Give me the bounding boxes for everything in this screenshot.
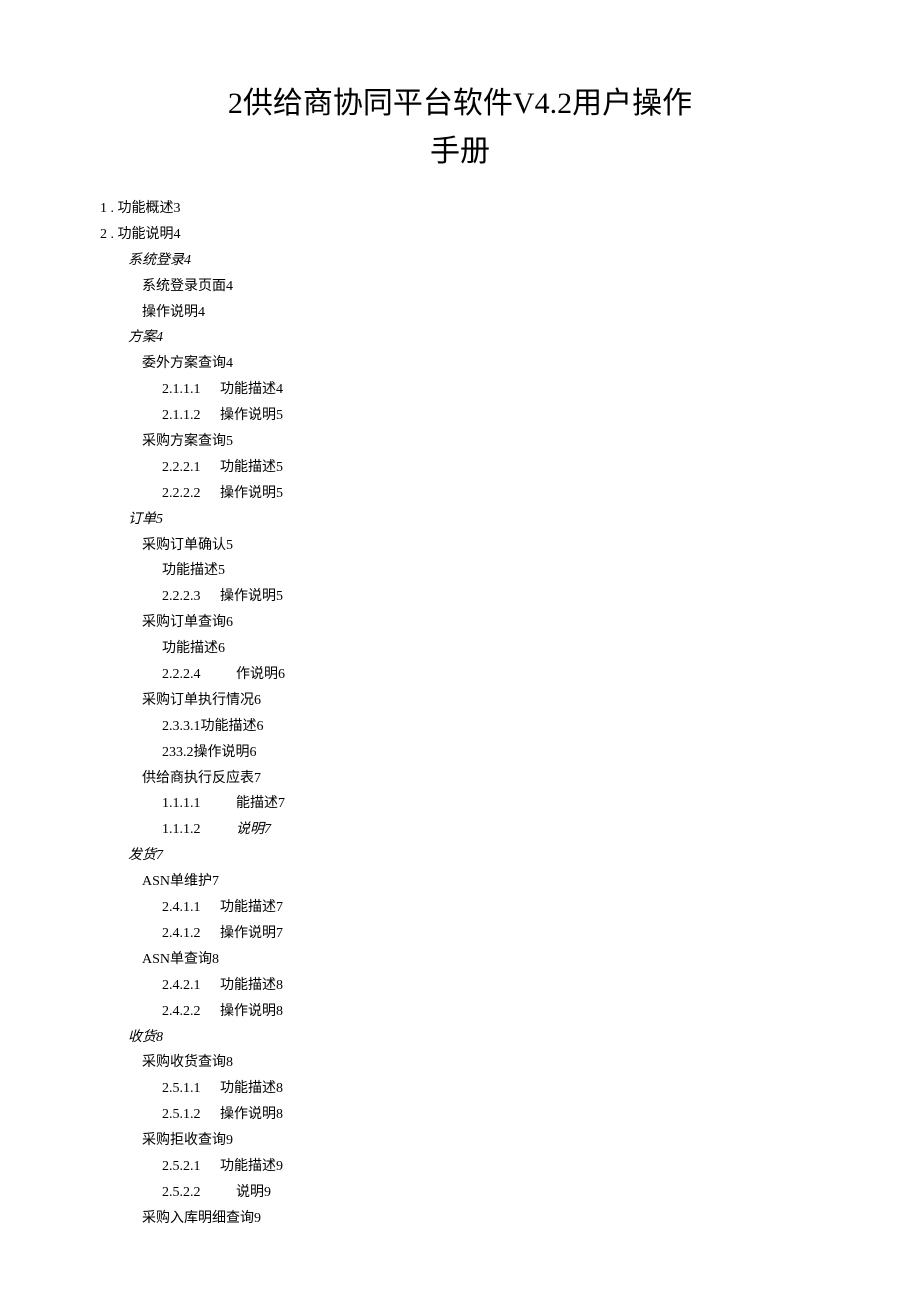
toc-item[interactable]: 2.3.3.1功能描述6 <box>100 714 820 740</box>
toc-label: 操作说明7 <box>220 926 283 941</box>
toc-item[interactable]: 采购方案查询5 <box>100 429 820 455</box>
toc-item[interactable]: 供给商执行反应表7 <box>100 766 820 792</box>
toc-label: 功能描述8 <box>220 1081 283 1096</box>
toc-number: 2.4.2.2 <box>162 999 220 1025</box>
toc-label: 说明9 <box>236 1185 271 1200</box>
document-title: 2供给商协同平台软件V4.2用户操作手册 <box>100 80 820 176</box>
toc-item[interactable]: 系统登录页面4 <box>100 274 820 300</box>
toc-number: 2.1.1.1 <box>162 377 220 403</box>
toc-label: 功能描述4 <box>220 382 283 397</box>
toc-number: 2.5.2.2 <box>162 1180 236 1206</box>
toc-item[interactable]: 1.1.1.1能描述7 <box>100 791 820 817</box>
toc-item[interactable]: 功能描述5 <box>100 558 820 584</box>
toc-number: 2.1.1.2 <box>162 403 220 429</box>
toc-label: 操作说明5 <box>220 408 283 423</box>
toc-number: 1.1.1.1 <box>162 791 236 817</box>
toc-number: 2.2.2.1 <box>162 455 220 481</box>
toc-section-heading[interactable]: 方案4 <box>100 325 820 351</box>
toc-number: 2.5.1.1 <box>162 1076 220 1102</box>
toc-label: 功能描述9 <box>220 1159 283 1174</box>
toc-label: 作说明6 <box>236 667 285 682</box>
toc-section-heading[interactable]: 系统登录4 <box>100 248 820 274</box>
toc-item[interactable]: 2.4.1.2操作说明7 <box>100 921 820 947</box>
toc-item[interactable]: 2.5.2.2说明9 <box>100 1180 820 1206</box>
toc-number: 2 <box>100 222 107 248</box>
toc-number: 2.4.1.1 <box>162 895 220 921</box>
toc-section-heading[interactable]: 订单5 <box>100 507 820 533</box>
toc-item[interactable]: 2.2.2.4作说明6 <box>100 662 820 688</box>
toc-item[interactable]: 2.4.2.2操作说明8 <box>100 999 820 1025</box>
toc-number: 2.2.2.2 <box>162 481 220 507</box>
toc-label: 操作说明5 <box>220 486 283 501</box>
toc-item[interactable]: 采购入库明细查询9 <box>100 1206 820 1232</box>
toc-number: 2.5.1.2 <box>162 1102 220 1128</box>
table-of-contents: 1 . 功能概述3 2 . 功能说明4 系统登录4 系统登录页面4 操作说明4 … <box>100 196 820 1232</box>
toc-item[interactable]: 采购拒收查询9 <box>100 1128 820 1154</box>
toc-section-heading[interactable]: 发货7 <box>100 843 820 869</box>
toc-item[interactable]: 采购订单查询6 <box>100 610 820 636</box>
toc-item[interactable]: ASN单维护7 <box>100 869 820 895</box>
toc-item[interactable]: 2.1.1.2操作说明5 <box>100 403 820 429</box>
toc-item[interactable]: 2.5.1.1功能描述8 <box>100 1076 820 1102</box>
toc-number: 2.2.2.3 <box>162 584 220 610</box>
toc-item[interactable]: 采购订单执行情况6 <box>100 688 820 714</box>
toc-item[interactable]: 2.5.2.1功能描述9 <box>100 1154 820 1180</box>
toc-label: 功能描述5 <box>220 460 283 475</box>
toc-label: 操作说明8 <box>220 1004 283 1019</box>
toc-item[interactable]: 2.2.2.2操作说明5 <box>100 481 820 507</box>
toc-item-chapter-2[interactable]: 2 . 功能说明4 <box>100 222 820 248</box>
toc-item[interactable]: 功能描述6 <box>100 636 820 662</box>
toc-item[interactable]: 2.1.1.1功能描述4 <box>100 377 820 403</box>
toc-number: 1.1.1.2 <box>162 817 236 843</box>
toc-label: 功能描述8 <box>220 978 283 993</box>
toc-item[interactable]: ASN单查询8 <box>100 947 820 973</box>
toc-label: 操作说明8 <box>220 1107 283 1122</box>
toc-label: 说明7 <box>236 822 271 837</box>
toc-section-heading[interactable]: 收货8 <box>100 1025 820 1051</box>
toc-item[interactable]: 1.1.1.2说明7 <box>100 817 820 843</box>
toc-item-chapter-1[interactable]: 1 . 功能概述3 <box>100 196 820 222</box>
toc-item[interactable]: 委外方案查询4 <box>100 351 820 377</box>
toc-number: 2.4.2.1 <box>162 973 220 999</box>
toc-item[interactable]: 2.2.2.3操作说明5 <box>100 584 820 610</box>
toc-item[interactable]: 采购收货查询8 <box>100 1050 820 1076</box>
toc-label: ASN单维护7 <box>142 874 219 889</box>
toc-label: 功能描述7 <box>220 900 283 915</box>
toc-label: 能描述7 <box>236 796 285 811</box>
toc-item[interactable]: 操作说明4 <box>100 300 820 326</box>
toc-label: . 功能说明4 <box>111 227 181 242</box>
toc-label: 操作说明5 <box>220 589 283 604</box>
toc-number: 2.5.2.1 <box>162 1154 220 1180</box>
toc-item[interactable]: 2.2.2.1功能描述5 <box>100 455 820 481</box>
toc-item[interactable]: 2.4.1.1功能描述7 <box>100 895 820 921</box>
toc-item[interactable]: 233.2操作说明6 <box>100 740 820 766</box>
toc-number: 1 <box>100 196 107 222</box>
toc-item[interactable]: 2.5.1.2操作说明8 <box>100 1102 820 1128</box>
toc-number: 2.4.1.2 <box>162 921 220 947</box>
toc-label: . 功能概述3 <box>111 201 181 216</box>
toc-number: 2.2.2.4 <box>162 662 236 688</box>
toc-item[interactable]: 2.4.2.1功能描述8 <box>100 973 820 999</box>
toc-item[interactable]: 采购订单确认5 <box>100 533 820 559</box>
